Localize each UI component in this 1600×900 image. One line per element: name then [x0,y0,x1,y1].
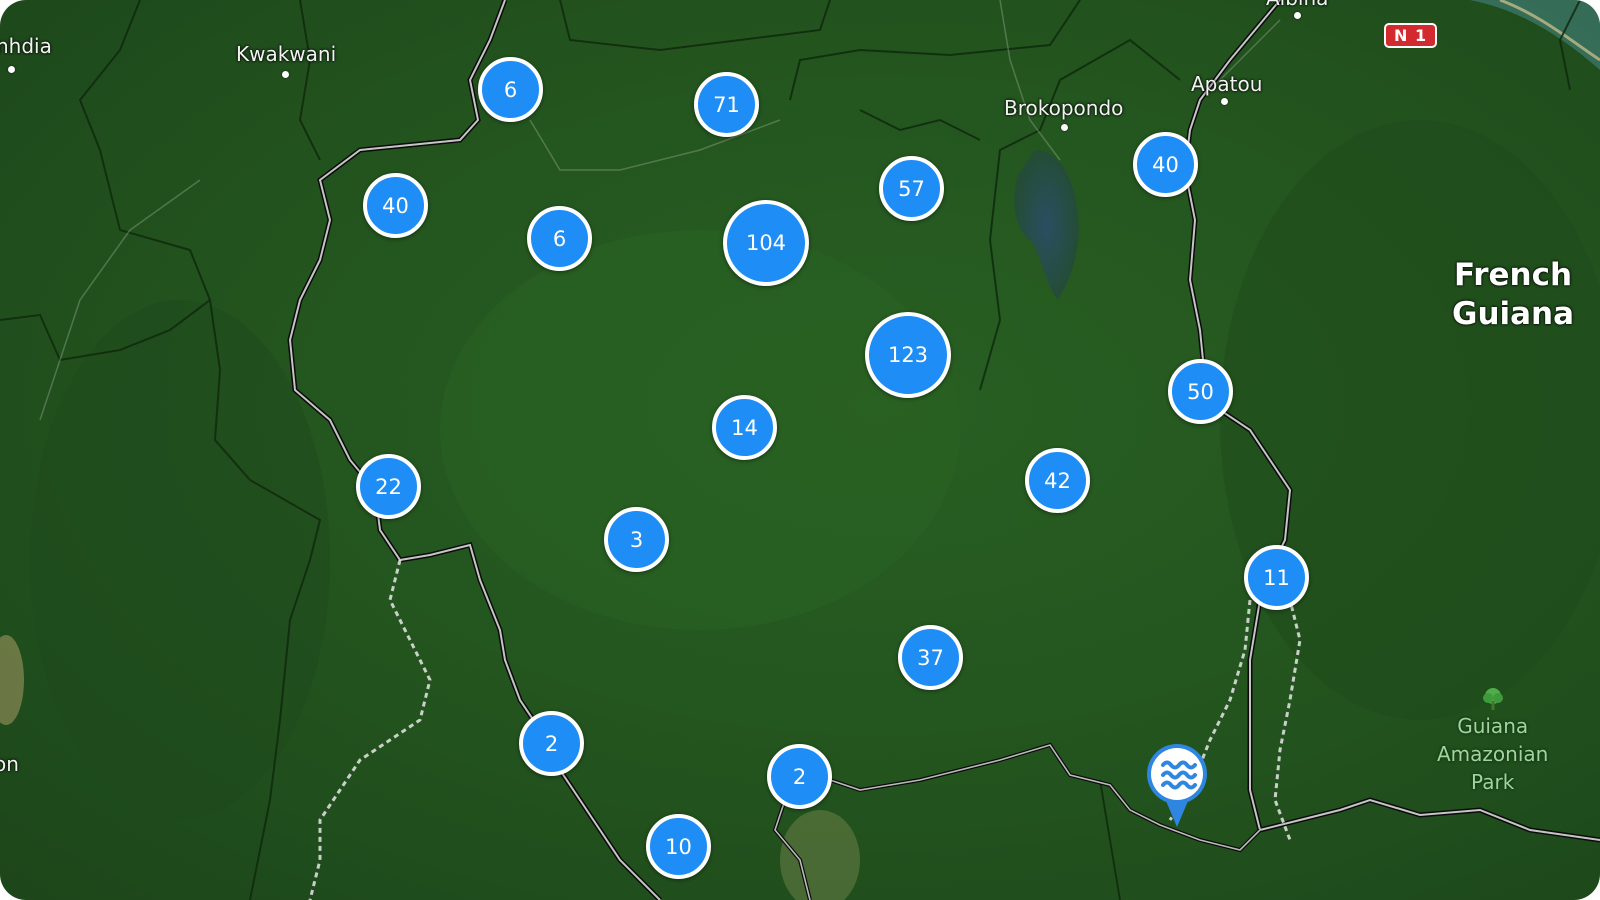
savanna-patch [780,810,860,900]
town-dot-brokopondo [1061,124,1068,131]
cluster-marker[interactable]: 37 [898,625,963,690]
town-label-apatou: Apatou [1191,72,1263,96]
town-label-kwakwani: Kwakwani [236,42,337,66]
town-dot-apatou [1221,98,1228,105]
cluster-marker[interactable]: 3 [604,507,669,572]
cluster-marker[interactable]: 42 [1025,448,1090,513]
region-label-line1: French [1454,257,1573,293]
town-dot-nhdia [8,66,15,73]
town-label-nhdia: nhdia [0,34,52,58]
cluster-marker[interactable]: 104 [723,200,809,286]
cluster-marker[interactable]: 50 [1168,359,1233,424]
park-label-guiana-amazonian: Guiana Amazonian Park [1437,686,1548,796]
cluster-marker[interactable]: 11 [1244,545,1309,610]
cluster-marker[interactable]: 2 [767,744,832,809]
cluster-marker[interactable]: 6 [527,206,592,271]
region-label-line2: Guiana [1452,296,1575,332]
cluster-marker[interactable]: 123 [865,312,951,398]
cluster-marker[interactable]: 71 [694,72,759,137]
cluster-marker[interactable]: 22 [356,454,421,519]
town-label-partial-left: on [0,752,19,776]
cluster-marker[interactable]: 2 [519,711,584,776]
brokopondo-lake [1014,150,1079,300]
cluster-marker[interactable]: 10 [646,814,711,879]
map-view[interactable]: nhdia Kwakwani Brokopondo Apatou Albina … [0,0,1600,900]
park-label-line1: Guiana [1457,714,1529,738]
town-dot-kwakwani [282,71,289,78]
cluster-marker[interactable]: 6 [478,57,543,122]
cluster-marker[interactable]: 40 [363,173,428,238]
road-shield-n1: N 1 [1384,23,1438,48]
park-label-line3: Park [1471,770,1515,794]
town-dot-albina [1294,12,1301,19]
cluster-marker[interactable]: 14 [712,395,777,460]
cluster-marker[interactable]: 57 [879,156,944,221]
town-label-albina: Albina [1266,0,1328,10]
town-label-brokopondo: Brokopondo [1004,96,1124,120]
tree-icon [1437,686,1548,712]
park-label-line2: Amazonian [1437,742,1549,766]
region-label-french-guiana: French Guiana [1452,256,1574,334]
cluster-marker[interactable]: 40 [1133,132,1198,197]
water-location-pin[interactable] [1144,741,1210,829]
